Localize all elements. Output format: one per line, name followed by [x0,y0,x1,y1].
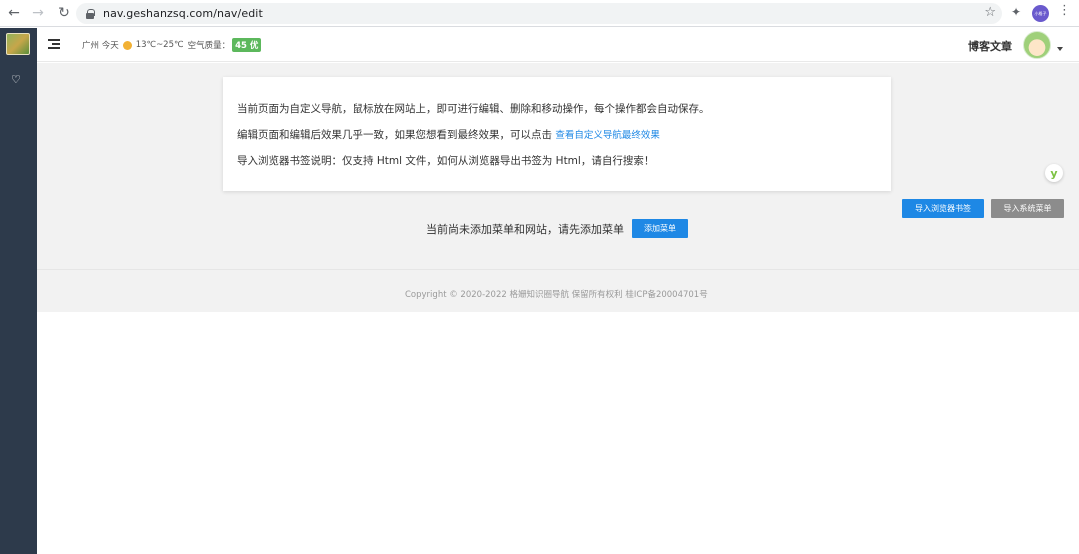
view-final-result-link[interactable]: 查看自定义导航最终效果 [555,130,660,141]
address-bar[interactable]: nav.geshanzsq.com/nav/edit ☆ [76,3,1002,24]
site-logo[interactable] [6,33,30,55]
instruction-line-3: 导入浏览器书签说明：仅支持 Html 文件，如何从浏览器导出书签为 Html，请… [237,155,655,167]
browser-toolbar: ← → ↻ nav.geshanzsq.com/nav/edit ☆ ✦ 小格子… [0,0,1079,27]
forward-arrow-icon[interactable]: → [27,2,49,24]
floating-extension-icon[interactable]: y [1045,164,1063,182]
air-quality-label: 空气质量： [187,41,231,51]
add-menu-button[interactable]: 添加菜单 [632,219,688,238]
page-blank-area [37,312,1079,554]
instruction-line-2-text: 编辑页面和编辑后效果几乎一致，如果您想看到最终效果，可以点击 [237,129,552,141]
import-system-menu-button[interactable]: 导入系统菜单 [991,199,1064,218]
url-text: nav.geshanzsq.com/nav/edit [103,7,263,20]
aqi-badge: 45 优 [232,38,262,52]
footer: Copyright © 2020-2022 格姗知识圈导航 保留所有权利 桂IC… [37,269,1079,312]
blog-articles-link[interactable]: 博客文章 [968,38,1012,54]
back-arrow-icon[interactable]: ← [3,2,25,24]
instructions-card: 当前页面为自定义导航，鼠标放在网站上，即可进行编辑、删除和移动操作，每个操作都会… [223,77,891,191]
sidebar: ♡ [0,28,37,554]
app-header: 广州 今天 13℃~25℃ 空气质量： 45 优 博客文章 [37,28,1079,62]
main-content: 当前页面为自定义导航，鼠标放在网站上，即可进行编辑、删除和移动操作，每个操作都会… [37,63,1079,269]
import-bookmarks-button[interactable]: 导入浏览器书签 [902,199,984,218]
weather-widget: 广州 今天 13℃~25℃ 空气质量： 45 优 [82,38,262,52]
weather-city-day: 广州 今天 [82,41,119,51]
user-menu-caret-icon[interactable] [1057,47,1063,51]
heart-icon[interactable]: ♡ [11,73,21,86]
profile-avatar[interactable]: 小格子 [1032,5,1049,22]
bookmark-star-icon[interactable]: ☆ [984,5,996,20]
user-avatar[interactable] [1023,31,1051,59]
extensions-puzzle-icon[interactable]: ✦ [1011,5,1021,19]
empty-state-message: 当前尚未添加菜单和网站，请先添加菜单 [426,223,624,236]
lock-icon [86,9,95,19]
sun-icon [122,40,132,50]
menu-toggle-icon[interactable] [48,39,60,49]
instruction-line-2: 编辑页面和编辑后效果几乎一致，如果您想看到最终效果，可以点击 查看自定义导航最终… [237,127,660,142]
instruction-line-1: 当前页面为自定义导航，鼠标放在网站上，即可进行编辑、删除和移动操作，每个操作都会… [237,103,710,115]
weather-temperature: 13℃~25℃ [135,40,184,50]
browser-menu-icon[interactable]: ⋮ [1058,4,1071,17]
copyright-text: Copyright © 2020-2022 格姗知识圈导航 保留所有权利 桂IC… [405,290,708,300]
reload-icon[interactable]: ↻ [53,2,75,24]
